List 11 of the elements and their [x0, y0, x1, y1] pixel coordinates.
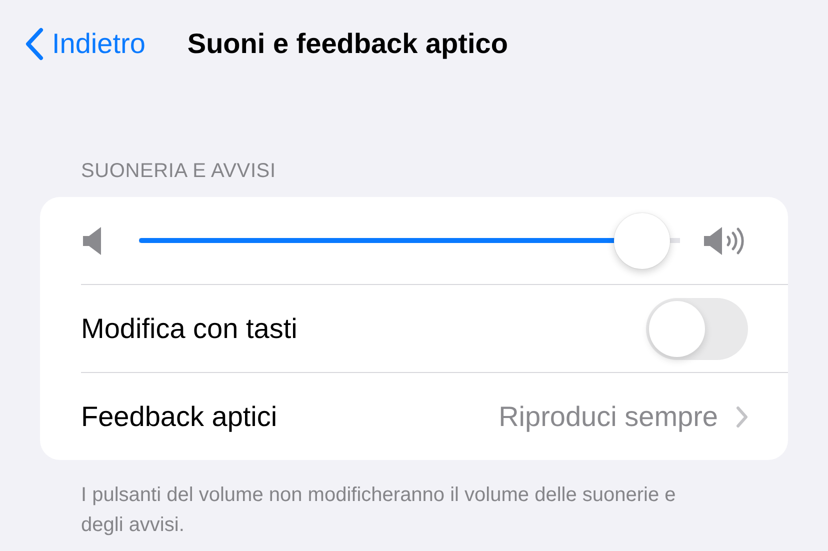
- chevron-right-icon: [736, 406, 748, 428]
- section-footer: I pulsanti del volume non modificheranno il volume delle suonerie e degli avvisi.: [81, 480, 696, 540]
- chevron-left-icon: [24, 27, 44, 61]
- section-header: SUONERIA E AVVISI: [81, 160, 277, 183]
- slider-thumb[interactable]: [614, 212, 670, 268]
- setting-label[interactable]: Feedback aptici: [81, 400, 499, 432]
- setting-label: Modifica con tasti: [81, 312, 298, 344]
- speaker-icon: [81, 226, 103, 256]
- setting-value: Riproduci sempre: [498, 400, 718, 432]
- page-title: Suoni e feedback aptico: [187, 28, 508, 60]
- back-button[interactable]: Indietro: [24, 27, 146, 61]
